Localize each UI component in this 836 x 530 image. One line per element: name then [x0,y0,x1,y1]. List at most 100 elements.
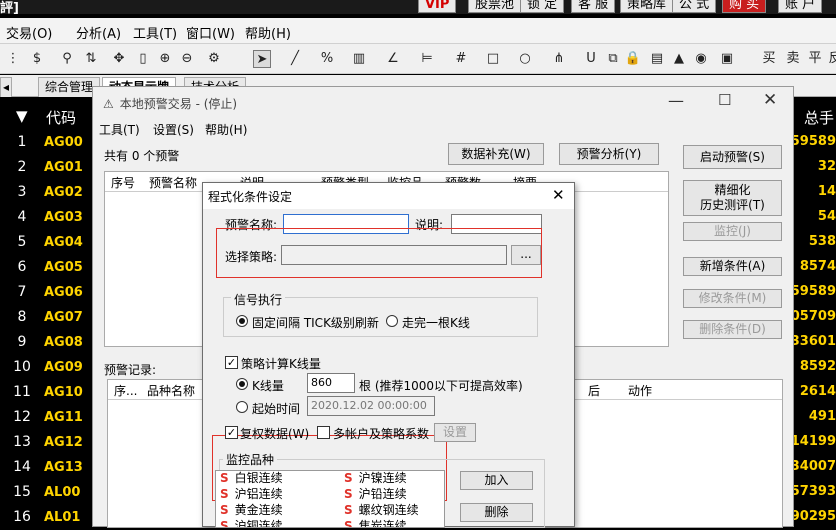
lock-button[interactable]: 锁 定 [520,0,565,13]
rec-col-name[interactable]: 品种名称 [147,382,195,399]
multi-account-label[interactable]: 多帐户及策略系数 [333,425,429,442]
menu-help[interactable]: 帮助(H) [245,23,291,42]
contract-code[interactable]: AG10 [44,380,83,405]
menu-tools[interactable]: 工具(T) [133,23,177,42]
maximize-icon[interactable]: ☐ [718,91,731,109]
instrument-item[interactable]: S 沪铝连续 [220,485,283,502]
column-icon[interactable]: ▯ [134,50,152,68]
dialog-close-icon[interactable]: ✕ [552,186,565,204]
account-button[interactable]: 账 户 [778,0,823,13]
quote-row[interactable]: 2 AG01 [0,155,92,180]
kline-count-label[interactable]: K线量 [252,377,284,394]
contract-code[interactable]: AG12 [44,430,83,455]
delete-instrument-button[interactable]: 删除 [460,503,533,522]
quote-row[interactable]: 6 AG05 [0,255,92,280]
restore-checkbox[interactable]: ✓ [225,426,238,439]
menu-tools[interactable]: 工具(T) [99,121,140,138]
filter-icon[interactable]: ⚲ [58,50,76,68]
fib-icon[interactable]: ⊨ [418,50,436,68]
quote-row[interactable]: 9 AG08 [0,330,92,355]
contract-code[interactable]: AG07 [44,305,83,330]
browse-button[interactable]: ... [511,245,541,265]
circle-icon[interactable]: ○ [516,50,534,68]
contract-code[interactable]: AG05 [44,255,83,280]
monitor-button[interactable]: 监控(J) [683,222,782,241]
radio-kline-count[interactable] [236,378,248,390]
quote-row[interactable]: 16 AL01 [0,505,92,530]
quote-row[interactable]: 11 AG10 [0,380,92,405]
stock-pool-button[interactable]: 股票池 [468,0,522,13]
rec-col-after[interactable]: 后 [588,382,600,399]
box-icon[interactable]: ▣ [718,50,736,68]
radio-fixed-interval-label[interactable]: 固定间隔 TICK级别刷新 [252,314,379,331]
quote-row[interactable]: 13 AG12 [0,430,92,455]
tab-overview[interactable]: 综合管理 [38,77,101,97]
toolbar-buy[interactable]: 买 [760,50,778,68]
strategy-input[interactable] [281,245,507,265]
quote-row[interactable]: 12 AG11 [0,405,92,430]
toolbar-sell[interactable]: 卖 [784,50,802,68]
alert-analysis-button[interactable]: 预警分析(Y) [559,143,659,165]
instrument-item[interactable]: S 黄金连续 [220,501,283,518]
fit-icon[interactable]: ⇅ [82,50,100,68]
radio-fixed-interval[interactable] [236,315,248,327]
radio-complete-bar[interactable] [386,315,398,327]
quote-row[interactable]: 8 AG07 [0,305,92,330]
move-icon[interactable]: ✥ [110,50,128,68]
grid-icon[interactable]: ⋮ [4,50,22,68]
menu-help[interactable]: 帮助(H) [205,121,247,138]
zoom-out-icon[interactable]: ⊖ [178,50,196,68]
strategy-lib-button[interactable]: 策略库 [620,0,674,13]
copy-icon[interactable]: ⧉ [604,50,622,68]
service-button[interactable]: 客 服 [571,0,616,13]
lock-icon[interactable]: 🔒 [624,50,642,68]
calc-kline-label[interactable]: 策略计算K线量 [241,355,321,372]
quote-row[interactable]: 5 AG04 [0,230,92,255]
alert-icon[interactable]: ▲ [670,50,688,68]
rec-col-index[interactable]: 序... [114,382,137,399]
buy-button[interactable]: 购 买 [722,0,767,13]
magnet-icon[interactable]: U [582,50,600,68]
menu-trade[interactable]: 交易(O) [6,23,52,42]
formula-button[interactable]: 公 式 [672,0,717,13]
contract-code[interactable]: AG13 [44,455,83,480]
contract-code[interactable]: AG06 [44,280,83,305]
dollar-icon[interactable]: $ [28,50,46,68]
cursor-icon[interactable]: ➤ [253,50,271,68]
history-backtest-button[interactable]: 精细化 历史测评(T) [683,180,782,216]
calc-kline-checkbox[interactable]: ✓ [225,356,238,369]
contract-code[interactable]: AG11 [44,405,83,430]
data-fill-button[interactable]: 数据补充(W) [448,143,544,165]
volume-column-header[interactable]: 总手 [804,107,834,128]
quote-row[interactable]: 7 AG06 [0,280,92,305]
contract-code[interactable]: AG00 [44,130,83,155]
minimize-icon[interactable]: — [668,91,684,110]
kline-count-input[interactable]: 860 [307,373,355,393]
instrument-item[interactable]: S 白银连续 [220,471,283,486]
col-alert-name[interactable]: 预警名称 [149,174,197,191]
ruler-icon[interactable]: ▥ [350,50,368,68]
start-time-label[interactable]: 起始时间 [252,400,300,417]
delete-condition-button[interactable]: 删除条件(D) [683,320,782,339]
angle-icon[interactable]: ∠ [384,50,402,68]
gear-icon[interactable]: ⚙ [205,50,223,68]
instrument-item[interactable]: S 焦炭连续 [344,517,407,527]
close-icon[interactable]: ✕ [763,90,777,110]
rect-icon[interactable]: □ [484,50,502,68]
percent-icon[interactable]: % [318,50,336,68]
rec-col-action[interactable]: 动作 [628,382,652,399]
zoom-in-icon[interactable]: ⊕ [156,50,174,68]
menu-settings[interactable]: 设置(S) [153,121,194,138]
quote-row[interactable]: 14 AG13 [0,455,92,480]
multi-account-checkbox[interactable] [317,426,330,439]
quote-row[interactable]: 3 AG02 [0,180,92,205]
toolbar-reverse[interactable]: 反 [826,50,836,68]
line-tool-icon[interactable]: ╱ [286,50,304,68]
add-condition-button[interactable]: 新增条件(A) [683,257,782,276]
contract-code[interactable]: AL00 [44,480,80,505]
instrument-item[interactable]: S 沪镍连续 [344,471,407,486]
hash-icon[interactable]: # [452,50,470,68]
modify-condition-button[interactable]: 修改条件(M) [683,289,782,308]
contract-code[interactable]: AG08 [44,330,83,355]
start-time-input[interactable]: 2020.12.02 00:00:00 [307,396,435,416]
